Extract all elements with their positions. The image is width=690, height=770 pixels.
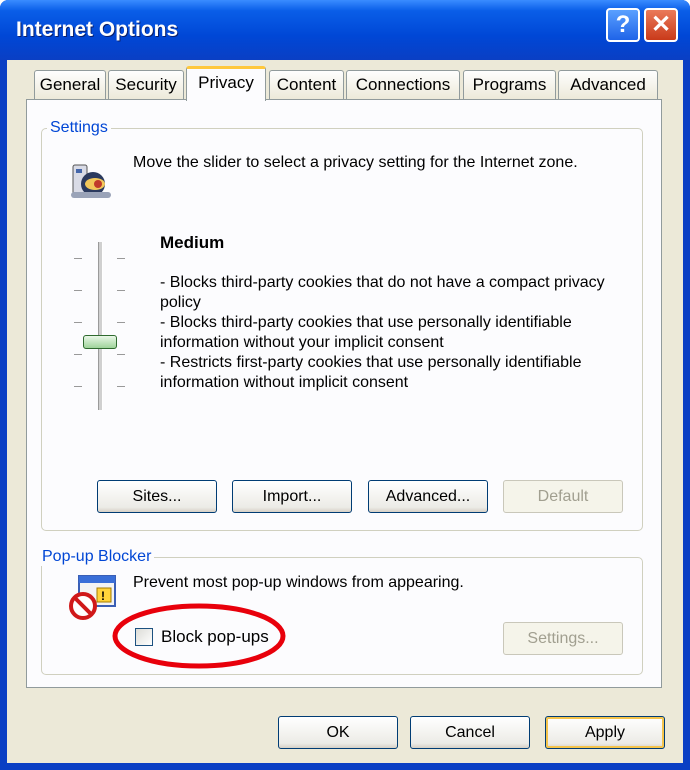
privacy-level-line-3: - Restricts first-party cookies that use… [160,354,582,391]
svg-text:!: ! [101,589,105,603]
advanced-button[interactable]: Advanced... [368,480,488,513]
popup-blocker-description: Prevent most pop-up windows from appeari… [133,574,464,591]
settings-legend: Settings [47,119,111,137]
privacy-panel: Settings Move the slider to select a pri… [26,99,662,688]
tab-general[interactable]: General [34,70,106,100]
popup-blocker-legend: Pop-up Blocker [39,548,155,566]
sites-button[interactable]: Sites... [97,480,217,513]
tab-connections[interactable]: Connections [346,70,460,100]
help-button[interactable]: ? [606,8,640,42]
tab-content[interactable]: Content [269,70,344,100]
privacy-level-line-1: - Blocks third-party cookies that do not… [160,274,605,311]
close-button[interactable]: ✕ [644,8,678,42]
tab-privacy[interactable]: Privacy [186,66,266,101]
title-bar[interactable]: Internet Options ? ✕ [0,0,690,60]
privacy-description: Move the slider to select a privacy sett… [133,154,578,171]
tab-security[interactable]: Security [108,70,184,100]
slider-track [98,242,103,410]
ok-button[interactable]: OK [278,716,398,749]
tab-advanced[interactable]: Advanced [558,70,658,100]
tab-programs[interactable]: Programs [463,70,556,100]
annotation-ellipse [112,603,286,669]
privacy-icon [71,164,111,198]
apply-button[interactable]: Apply [545,716,665,749]
privacy-level-title: Medium [160,233,225,252]
tab-strip: General Security Privacy Content Connect… [26,66,666,101]
privacy-slider[interactable] [71,242,129,412]
default-button[interactable]: Default [503,480,623,513]
slider-thumb[interactable] [83,335,117,349]
window-title: Internet Options [16,18,179,41]
privacy-level-line-2: - Blocks third-party cookies that use pe… [160,314,572,351]
cancel-button[interactable]: Cancel [410,716,530,749]
popup-settings-button[interactable]: Settings... [503,622,623,655]
import-button[interactable]: Import... [232,480,352,513]
